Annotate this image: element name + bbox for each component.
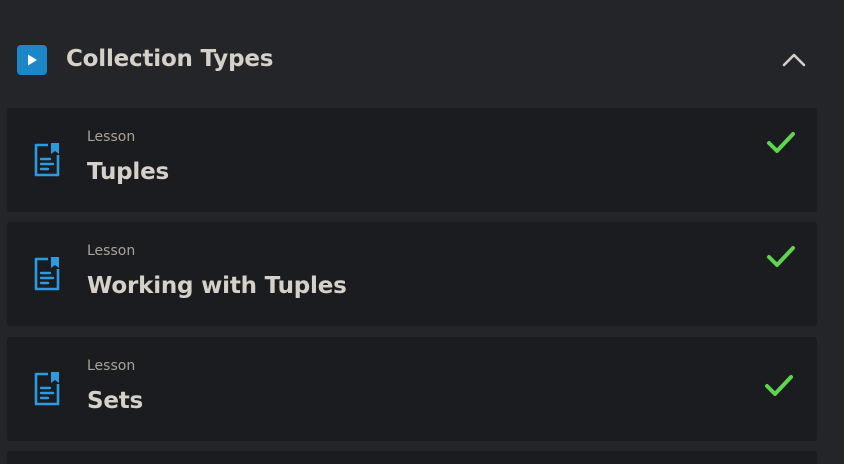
document-icon bbox=[33, 143, 61, 177]
document-icon bbox=[33, 257, 61, 291]
lesson-item[interactable]: Lesson Working with Tuples bbox=[7, 222, 817, 326]
lesson-item[interactable]: Lesson Tuples bbox=[7, 108, 817, 212]
document-icon bbox=[33, 372, 61, 406]
lesson-title: Sets bbox=[87, 388, 144, 414]
lesson-type-label: Lesson bbox=[87, 243, 136, 259]
chevron-up-icon[interactable] bbox=[780, 46, 808, 74]
lesson-title: Working with Tuples bbox=[87, 273, 347, 299]
checkmark-icon bbox=[765, 242, 797, 272]
section-header-collection-types[interactable]: Collection Types bbox=[0, 28, 844, 92]
lesson-item-partial[interactable] bbox=[7, 451, 817, 464]
play-icon bbox=[17, 45, 47, 75]
lesson-title: Tuples bbox=[87, 159, 169, 185]
checkmark-icon bbox=[765, 128, 797, 158]
lesson-item[interactable]: Lesson Sets bbox=[7, 337, 817, 441]
lesson-type-label: Lesson bbox=[87, 129, 136, 145]
lesson-type-label: Lesson bbox=[87, 358, 136, 374]
checkmark-icon bbox=[763, 371, 795, 401]
section-title: Collection Types bbox=[66, 46, 274, 72]
course-outline-panel: Collection Types Lesson Tuples Lesson Wo… bbox=[0, 0, 844, 464]
